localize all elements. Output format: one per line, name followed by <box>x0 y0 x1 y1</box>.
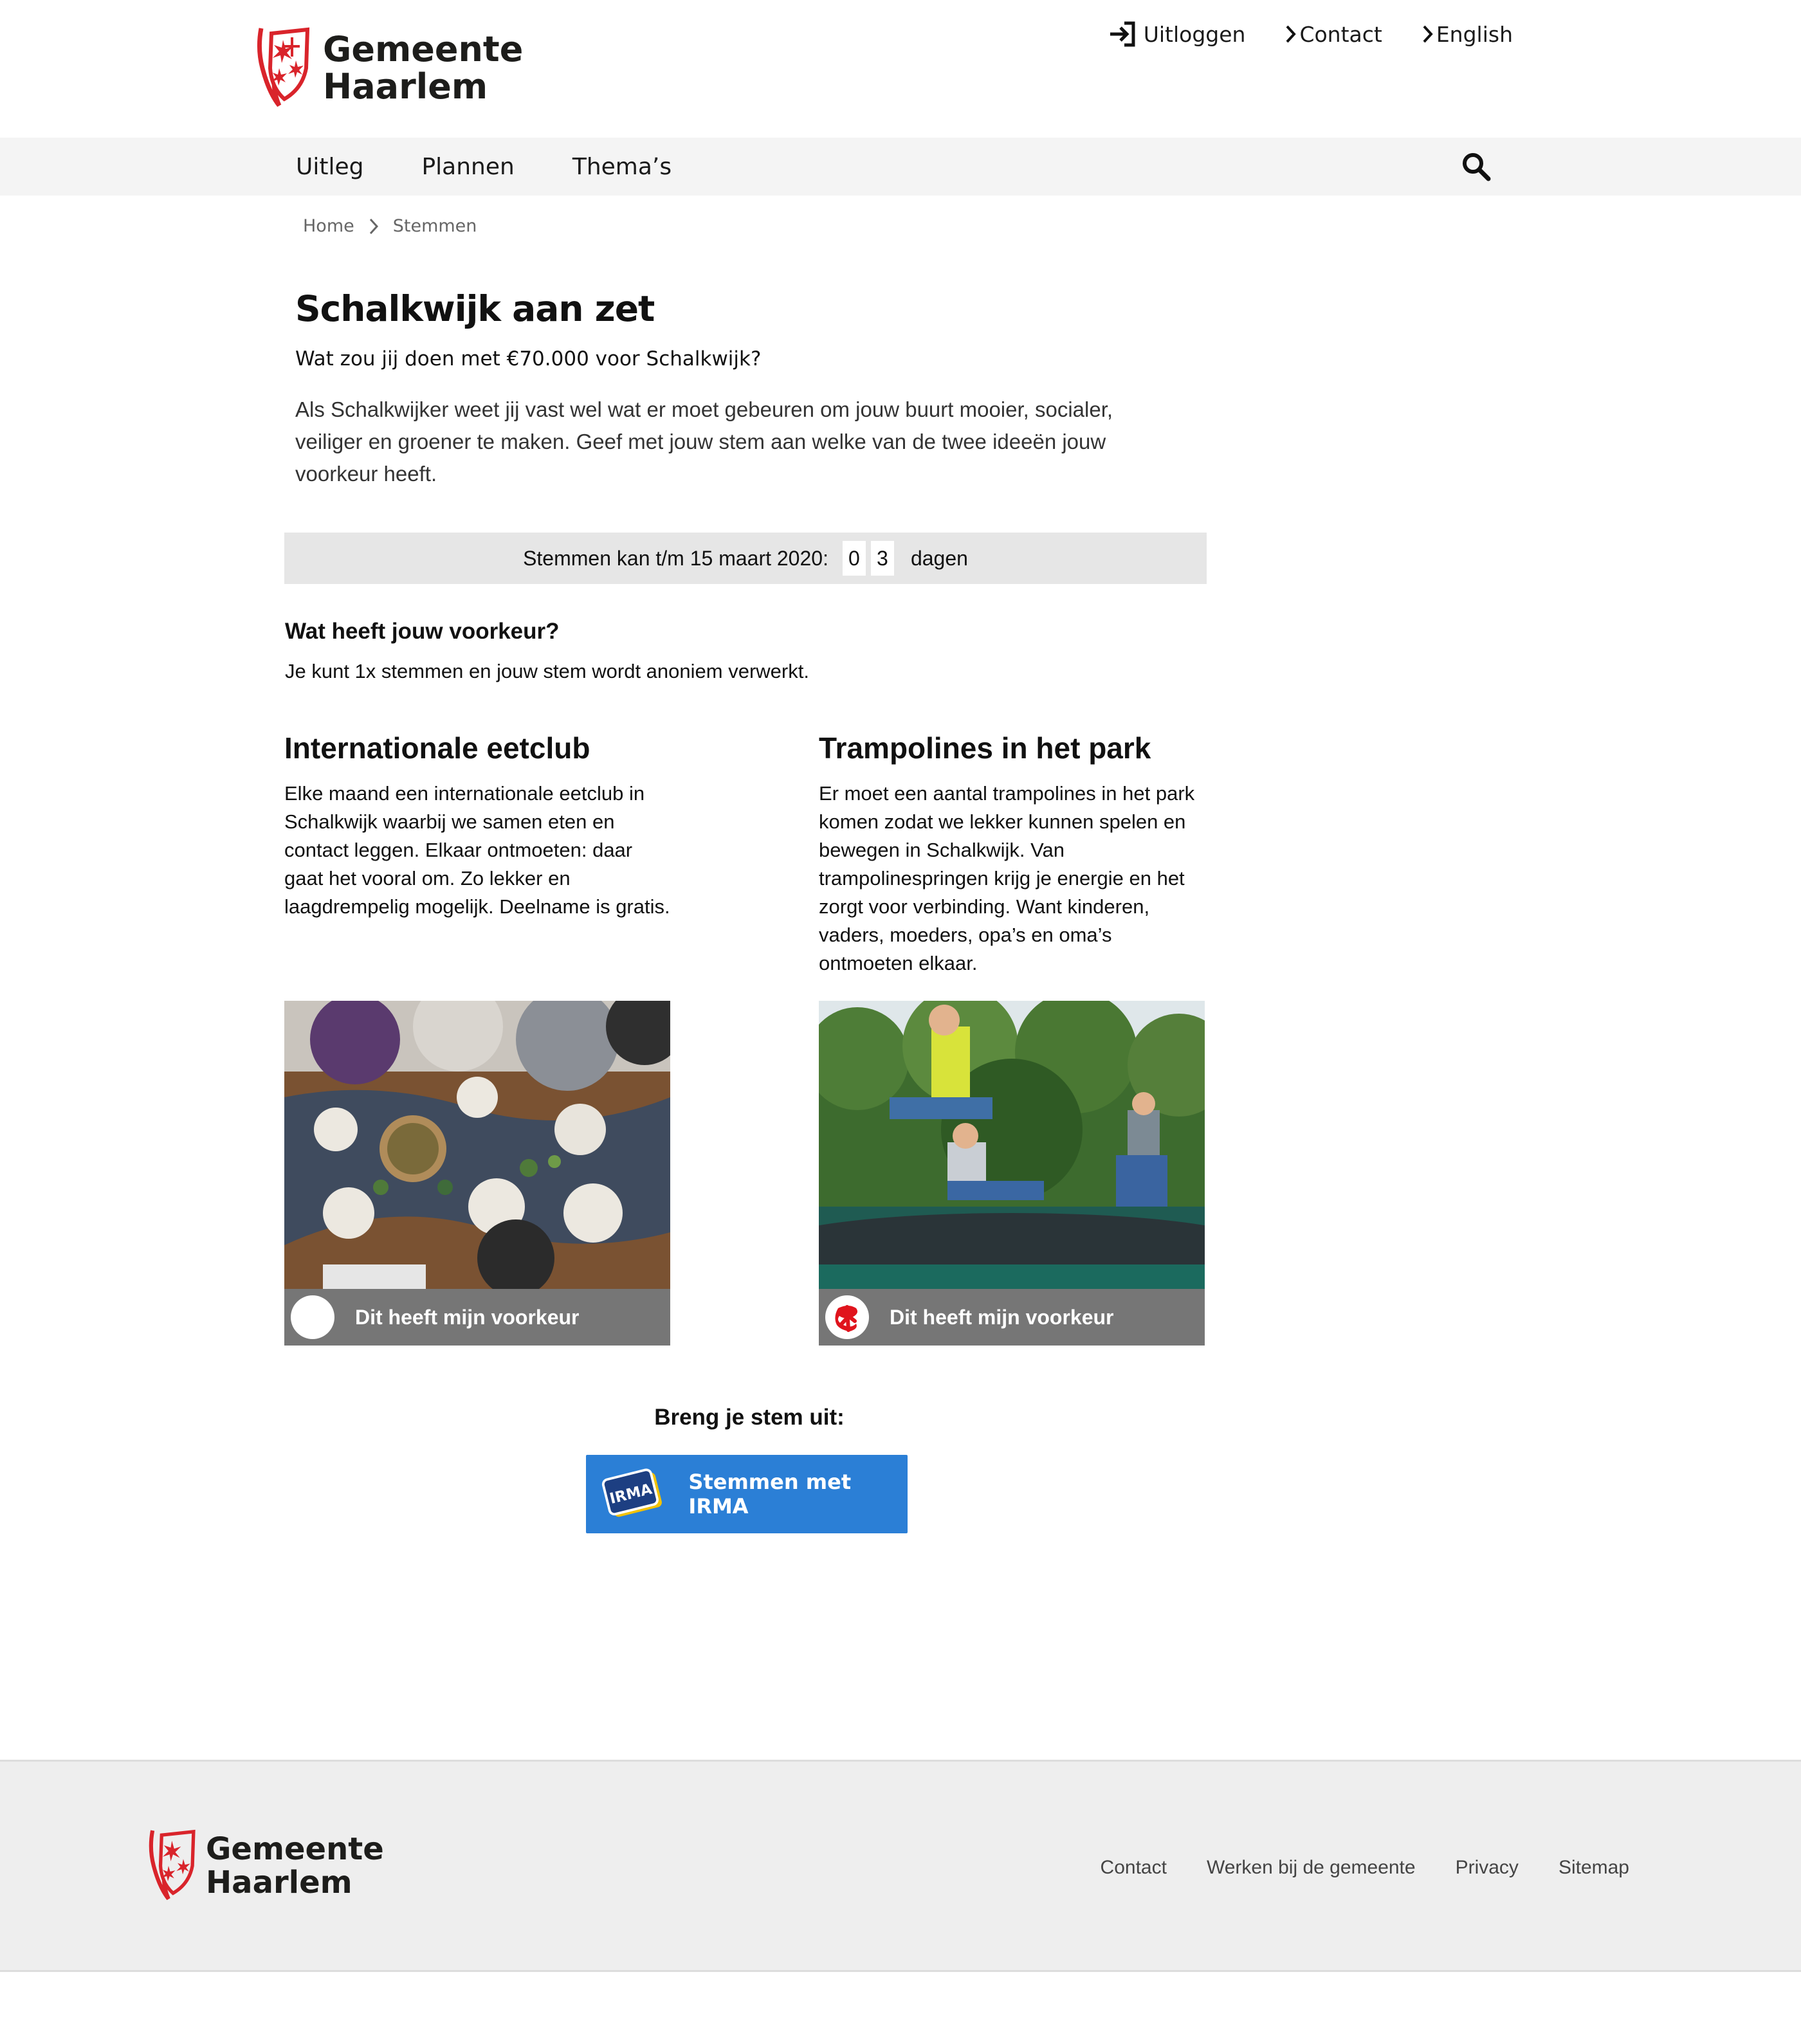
irma-button-label: Stemmen met IRMA <box>688 1470 852 1519</box>
footer-link-sitemap[interactable]: Sitemap <box>1559 1857 1629 1879</box>
english-label: English <box>1436 21 1513 47</box>
vote-label: Dit heeft mijn voorkeur <box>890 1305 1114 1329</box>
logo-line2: Haarlem <box>206 1865 352 1901</box>
option-image-dinner <box>284 1001 670 1289</box>
breadcrumb: Home Stemmen <box>303 216 477 236</box>
option-card-trampolines: Trampolines in het park Er moet een aant… <box>819 731 1205 978</box>
top-links: Uitloggen Contact English <box>1108 21 1513 48</box>
search-icon[interactable] <box>1461 152 1491 181</box>
chevron-right-icon <box>1286 25 1297 43</box>
radio-selected[interactable] <box>825 1295 869 1339</box>
vote-option-trampolines[interactable]: Dit heeft mijn voorkeur <box>819 1289 1205 1346</box>
vote-option-eetclub[interactable]: Dit heeft mijn voorkeur <box>284 1289 670 1346</box>
vote-with-irma-button[interactable]: IRMA Stemmen met IRMA <box>586 1455 908 1533</box>
header-logo[interactable]: Gemeente Haarlem <box>255 23 523 113</box>
irma-logo-icon: IRMA <box>601 1468 662 1517</box>
nav-item-themas[interactable]: Thema’s <box>572 154 672 180</box>
countdown-bar: Stemmen kan t/m 15 maart 2020: 0 3 dagen <box>284 533 1207 584</box>
radio-unselected[interactable] <box>291 1295 334 1339</box>
breadcrumb-home[interactable]: Home <box>303 216 354 236</box>
question-note: Je kunt 1x stemmen en jouw stem wordt an… <box>285 660 809 682</box>
countdown-unit: dagen <box>910 546 968 570</box>
chevron-right-icon <box>1423 25 1433 43</box>
countdown-label: Stemmen kan t/m 15 maart 2020: <box>523 546 828 570</box>
english-link[interactable]: English <box>1422 21 1513 48</box>
page-subtitle: Wat zou jij doen met €70.000 voor Schalk… <box>295 347 762 370</box>
nav-item-plannen[interactable]: Plannen <box>421 154 514 180</box>
logout-link[interactable]: Uitloggen <box>1108 21 1246 48</box>
haarlem-crest-icon <box>257 27 310 107</box>
question-heading: Wat heeft jouw voorkeur? <box>285 619 560 644</box>
main-nav: Uitleg Plannen Thema’s <box>0 138 1801 196</box>
option-title: Internationale eetclub <box>284 731 590 765</box>
nav-item-uitleg[interactable]: Uitleg <box>296 154 363 180</box>
footer-link-privacy[interactable]: Privacy <box>1456 1857 1519 1879</box>
footer-logo[interactable]: Gemeente Haarlem <box>147 1826 384 1906</box>
logo-line1: Gemeente <box>323 29 524 69</box>
countdown-digit: 3 <box>870 541 894 576</box>
haarlem-crest-icon <box>149 1829 196 1901</box>
logout-icon <box>1110 21 1135 47</box>
countdown-digit: 0 <box>842 541 866 576</box>
footer: Gemeente Haarlem Contact Werken bij de g… <box>0 1760 1801 1972</box>
option-title: Trampolines in het park <box>819 731 1151 765</box>
chevron-right-icon <box>369 218 378 234</box>
logo-line1: Gemeente <box>206 1831 384 1867</box>
breadcrumb-current: Stemmen <box>392 216 477 236</box>
cast-vote-heading: Breng je stem uit: <box>654 1405 845 1430</box>
logout-label: Uitloggen <box>1143 21 1246 47</box>
vote-label: Dit heeft mijn voorkeur <box>355 1305 580 1329</box>
intro-text: Als Schalkwijker weet jij vast wel wat e… <box>295 397 1113 486</box>
page-title: Schalkwijk aan zet <box>295 288 655 329</box>
checked-scribble-icon <box>835 1305 857 1332</box>
option-card-eetclub: Internationale eetclub Elke maand een in… <box>284 731 670 921</box>
contact-label: Contact <box>1299 21 1382 47</box>
option-image-trampoline <box>819 1001 1205 1289</box>
option-description: Er moet een aantal trampolines in het pa… <box>819 782 1195 974</box>
footer-link-contact[interactable]: Contact <box>1101 1857 1167 1879</box>
footer-link-werken[interactable]: Werken bij de gemeente <box>1207 1857 1416 1879</box>
contact-link[interactable]: Contact <box>1285 21 1382 48</box>
footer-links: Contact Werken bij de gemeente Privacy S… <box>1101 1857 1629 1879</box>
option-description: Elke maand een internationale eetclub in… <box>284 782 670 918</box>
logo-line2: Haarlem <box>323 66 488 107</box>
